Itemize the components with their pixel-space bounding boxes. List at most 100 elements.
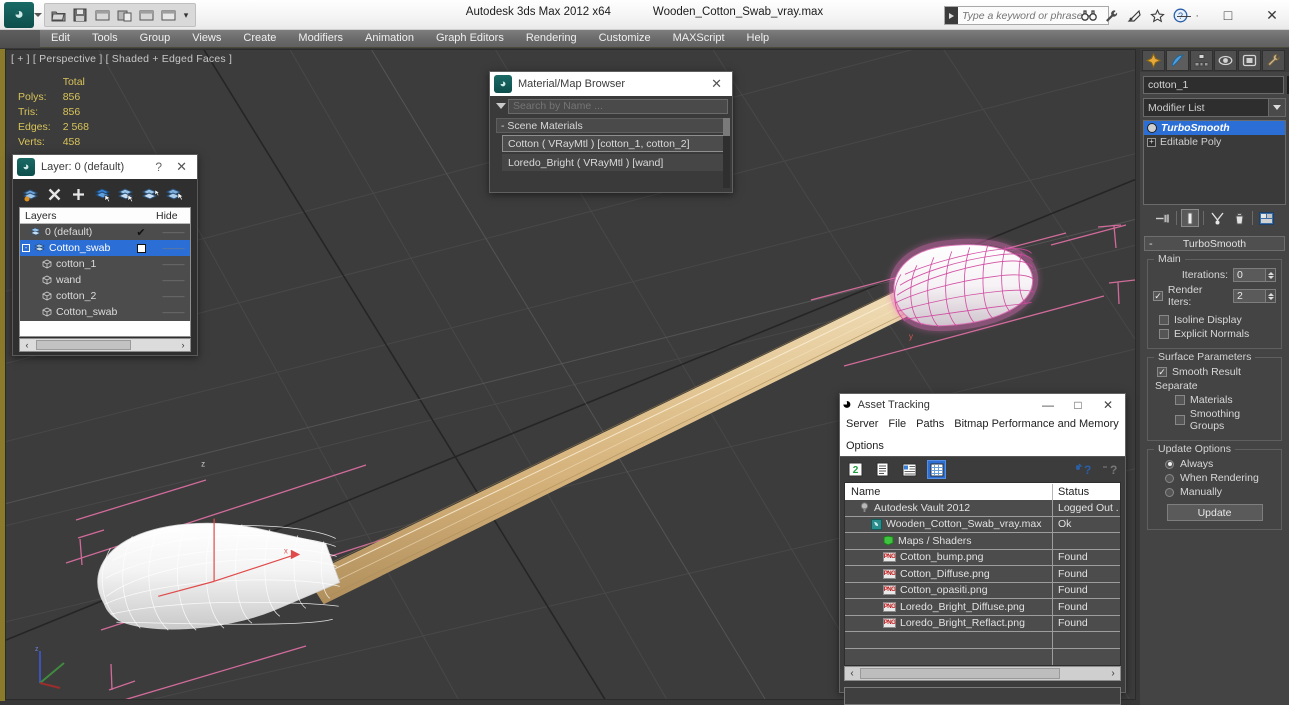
layer-active-check[interactable]: ✔	[126, 226, 156, 239]
menu-item-views[interactable]: Views	[181, 30, 232, 47]
grid-view-icon[interactable]	[927, 460, 946, 479]
lightbulb-icon[interactable]	[1147, 123, 1157, 133]
remove-modifier-icon[interactable]	[1230, 209, 1248, 227]
minimize-button[interactable]: —	[1173, 4, 1195, 26]
update-button[interactable]: Update	[1166, 504, 1263, 521]
materials-checkbox[interactable]	[1175, 395, 1185, 405]
help-with-arrow-icon[interactable]: ?	[1073, 460, 1092, 479]
select-objects-in-layer-icon[interactable]	[117, 185, 135, 203]
close-button[interactable]: ✕	[1261, 4, 1283, 26]
asset-tracking-close-button[interactable]: ✕	[1093, 398, 1123, 412]
layer-hide-cell[interactable]: ———	[156, 308, 190, 317]
scroll-left-icon[interactable]: ‹	[20, 340, 34, 350]
table-row[interactable]: Wooden_Cotton_Swab_vray.max Ok	[845, 516, 1120, 533]
table-row[interactable]: PNG Cotton_opasiti.png Found	[845, 582, 1120, 599]
layer-row-cotton-swab[interactable]: - Cotton_swab ———	[20, 240, 190, 256]
open-file-icon[interactable]	[48, 6, 68, 25]
matbrowser-search-input[interactable]	[508, 98, 728, 114]
list-view-icon[interactable]	[873, 460, 892, 479]
menu-item-rendering[interactable]: Rendering	[515, 30, 588, 47]
at-menu-paths[interactable]: Paths	[916, 418, 944, 430]
new-scene-icon[interactable]	[158, 6, 178, 25]
wrench-icon[interactable]	[1103, 7, 1120, 25]
render-iters-spinner[interactable]	[1233, 289, 1276, 303]
scrollbar-thumb[interactable]	[723, 118, 730, 136]
highlight-selected-objects-layer-icon[interactable]	[141, 185, 159, 203]
scrollbar-thumb[interactable]	[860, 668, 1060, 679]
layer-row-cotton-1[interactable]: cotton_1 ———	[20, 256, 190, 272]
hierarchy-tab-icon[interactable]	[1190, 50, 1213, 71]
modifier-stack-item-editable-poly[interactable]: + Editable Poly	[1144, 135, 1285, 149]
matbrowser-list[interactable]: - Scene Materials Cotton ( VRayMtl ) [co…	[496, 118, 730, 188]
layer-dialog-titlebar[interactable]: ◕ Layer: 0 (default) ? ✕	[13, 155, 197, 179]
rollout-header[interactable]: - TurboSmooth	[1144, 236, 1285, 251]
spinner-arrows-icon[interactable]	[1266, 268, 1276, 282]
scene-materials-group-header[interactable]: - Scene Materials	[496, 118, 725, 133]
modify-tab-icon[interactable]	[1166, 50, 1189, 71]
menu-item-tools[interactable]: Tools	[81, 30, 129, 47]
iterations-spinner[interactable]	[1233, 268, 1276, 282]
scroll-left-icon[interactable]: ‹	[845, 668, 859, 679]
layer-checkbox[interactable]	[136, 243, 146, 253]
display-tab-icon[interactable]	[1238, 50, 1261, 71]
menu-item-animation[interactable]: Animation	[354, 30, 425, 47]
matbrowser-close-button[interactable]: ✕	[705, 76, 728, 92]
add-selected-objects-icon[interactable]	[69, 185, 87, 203]
render-iters-input[interactable]	[1233, 289, 1266, 303]
table-row[interactable]: PNG Loredo_Bright_Reflact.png Found	[845, 615, 1120, 632]
isoline-display-checkbox[interactable]	[1159, 315, 1169, 325]
show-end-result-icon[interactable]	[1181, 209, 1199, 227]
asset-column-name[interactable]: Name	[845, 483, 1053, 500]
pin-stack-icon[interactable]	[1154, 209, 1172, 227]
binoculars-icon[interactable]	[1080, 7, 1097, 25]
when-rendering-radio[interactable]	[1165, 473, 1174, 483]
motion-tab-icon[interactable]	[1214, 50, 1237, 71]
scroll-right-icon[interactable]: ›	[1106, 668, 1120, 679]
explicit-normals-checkbox[interactable]	[1159, 329, 1169, 339]
modifier-stack[interactable]: TurboSmooth + Editable Poly	[1143, 120, 1286, 205]
object-name-input[interactable]	[1143, 76, 1284, 94]
asset-tracking-maximize-button[interactable]: □	[1063, 398, 1093, 412]
expand-minus-icon[interactable]: -	[22, 244, 30, 252]
table-row[interactable]: PNG Cotton_Diffuse.png Found	[845, 566, 1120, 583]
viewport-label[interactable]: [ + ] [ Perspective ] [ Shaded + Edged F…	[11, 53, 232, 65]
matbrowser-vertical-scrollbar[interactable]	[723, 118, 730, 188]
search-dropdown-icon[interactable]	[945, 7, 958, 24]
turbosmooth-rollout[interactable]: - TurboSmooth Main Iterations: ✓ Render …	[1144, 236, 1285, 530]
asset-tracking-table[interactable]: Name Status Autodesk Vault 2012 Logged O…	[844, 482, 1121, 666]
make-unique-icon[interactable]	[1208, 209, 1226, 227]
table-row[interactable]: PNG Cotton_bump.png Found	[845, 549, 1120, 566]
rollout-collapse-icon[interactable]: -	[1149, 238, 1153, 250]
at-menu-options[interactable]: Options	[846, 440, 884, 452]
layer-horizontal-scrollbar[interactable]: ‹ ›	[19, 338, 191, 352]
layer-row-wand[interactable]: wand ———	[20, 272, 190, 288]
layer-dialog[interactable]: ◕ Layer: 0 (default) ? ✕ Layers Hide 0 (…	[12, 154, 198, 356]
material-map-browser-dialog[interactable]: ◕ Material/Map Browser ✕ - Scene Materia…	[489, 71, 733, 193]
table-row[interactable]: Maps / Shaders	[845, 533, 1120, 550]
asset-column-status[interactable]: Status	[1053, 486, 1120, 498]
utilities-tab-icon[interactable]	[1262, 50, 1285, 71]
expand-plus-icon[interactable]: +	[1147, 137, 1156, 147]
layer-dialog-close-button[interactable]: ✕	[170, 159, 193, 175]
redo-icon[interactable]	[114, 6, 134, 25]
render-iters-checkbox[interactable]: ✓	[1153, 291, 1163, 301]
layer-hide-cell[interactable]: ———	[156, 244, 190, 253]
application-menu-button[interactable]: ◕	[4, 2, 34, 28]
always-radio[interactable]	[1165, 459, 1174, 469]
table-row-empty[interactable]	[845, 648, 1120, 665]
asset-horizontal-scrollbar[interactable]: ‹ ›	[844, 666, 1121, 681]
matbrowser-options-caret-icon[interactable]	[494, 103, 508, 109]
configure-modifier-sets-icon[interactable]	[1257, 209, 1275, 227]
modifier-stack-item-turbosmooth[interactable]: TurboSmooth	[1144, 121, 1285, 135]
layer-hide-cell[interactable]: ———	[156, 260, 190, 269]
at-menu-bitmap-performance[interactable]: Bitmap Performance and Memory	[954, 418, 1118, 430]
smooth-result-checkbox[interactable]: ✓	[1157, 367, 1167, 377]
menu-item-graph-editors[interactable]: Graph Editors	[425, 30, 515, 47]
table-row[interactable]: PNG Loredo_Bright_Diffuse.png Found	[845, 599, 1120, 616]
layer-hide-cell[interactable]: ———	[156, 228, 190, 237]
spinner-arrows-icon[interactable]	[1266, 289, 1276, 303]
maximize-button[interactable]: □	[1217, 4, 1239, 26]
layer-dialog-help-button[interactable]: ?	[147, 160, 170, 174]
menu-item-maxscript[interactable]: MAXScript	[662, 30, 736, 47]
menu-item-customize[interactable]: Customize	[588, 30, 662, 47]
